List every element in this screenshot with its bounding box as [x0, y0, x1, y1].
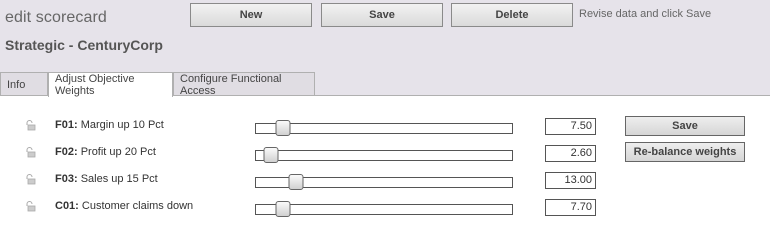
- lock-icon[interactable]: [24, 173, 36, 185]
- objective-row: F01: Margin up 10 Pct 7.50 Save: [0, 114, 770, 138]
- objective-name: Profit up 20 Pct: [80, 146, 156, 158]
- save-weights-button[interactable]: Save: [625, 116, 745, 136]
- lock-icon[interactable]: [24, 119, 36, 131]
- save-button[interactable]: Save: [321, 3, 443, 27]
- weight-input[interactable]: 7.70: [545, 199, 596, 216]
- delete-button[interactable]: Delete: [451, 3, 573, 27]
- slider-thumb[interactable]: [275, 120, 291, 136]
- objective-row: F02: Profit up 20 Pct 2.60 Re-balance we…: [0, 141, 770, 165]
- weight-slider[interactable]: [255, 120, 513, 136]
- page-header: edit scorecard Strategic - CenturyCorp N…: [0, 0, 770, 97]
- tab-adjust-objective-weights[interactable]: Adjust Objective Weights: [48, 72, 173, 97]
- weight-input[interactable]: 7.50: [545, 118, 596, 135]
- tab-info[interactable]: Info: [0, 72, 48, 96]
- weight-input[interactable]: 2.60: [545, 145, 596, 162]
- slider-thumb[interactable]: [263, 147, 279, 163]
- page-title: edit scorecard: [5, 9, 107, 26]
- slider-thumb[interactable]: [275, 201, 291, 217]
- weight-input[interactable]: 13.00: [545, 172, 596, 189]
- objective-name: Customer claims down: [81, 200, 194, 212]
- weight-slider[interactable]: [255, 174, 513, 190]
- tab-configure-functional-access[interactable]: Configure Functional Access: [173, 72, 315, 97]
- scorecard-name: Strategic - CenturyCorp: [5, 37, 163, 53]
- objective-code: F01:: [55, 119, 78, 131]
- objective-code: F03:: [55, 173, 78, 185]
- objective-name: Margin up 10 Pct: [80, 119, 164, 131]
- lock-icon[interactable]: [24, 200, 36, 212]
- objective-row: C01: Customer claims down 7.70: [0, 195, 770, 219]
- objective-name: Sales up 15 Pct: [80, 173, 158, 185]
- objective-label: F01: Margin up 10 Pct: [55, 119, 164, 131]
- new-button[interactable]: New: [190, 3, 312, 27]
- slider-thumb[interactable]: [288, 174, 304, 190]
- objective-row: F03: Sales up 15 Pct 13.00: [0, 168, 770, 192]
- objective-label: F03: Sales up 15 Pct: [55, 173, 158, 185]
- objective-label: F02: Profit up 20 Pct: [55, 146, 156, 158]
- rebalance-weights-button[interactable]: Re-balance weights: [625, 142, 745, 162]
- objective-code: C01:: [55, 200, 79, 212]
- weight-slider[interactable]: [255, 147, 513, 163]
- instruction-text: Revise data and click Save: [579, 8, 712, 20]
- lock-icon[interactable]: [24, 146, 36, 158]
- objective-label: C01: Customer claims down: [55, 200, 193, 212]
- objective-code: F02:: [55, 146, 78, 158]
- weight-slider[interactable]: [255, 201, 513, 217]
